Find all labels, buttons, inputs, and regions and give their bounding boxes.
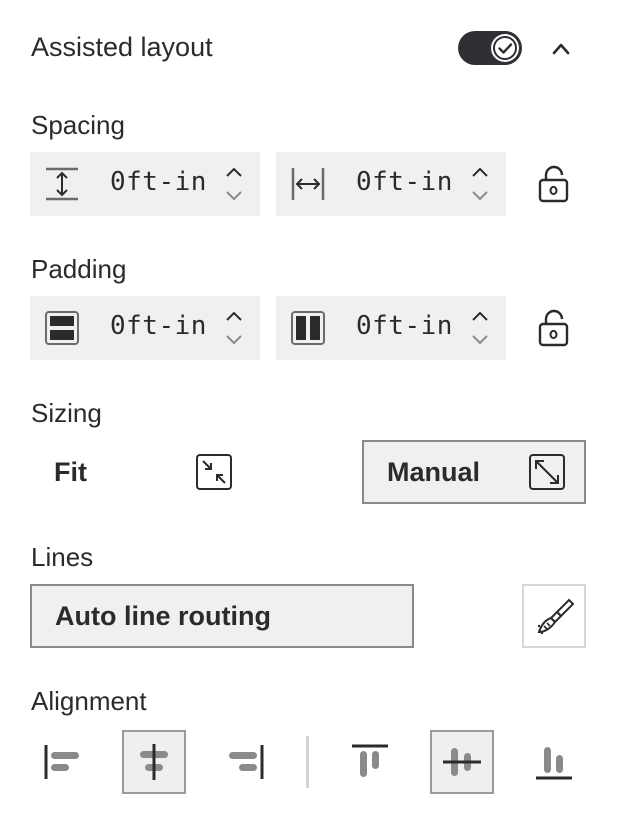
align-center-icon <box>140 744 168 780</box>
assisted-layout-toggle[interactable] <box>458 31 522 65</box>
padding-unlock-icon[interactable] <box>537 308 571 348</box>
padding-horizontal-stepper-icon[interactable] <box>469 309 491 347</box>
spacing-horizontal-field[interactable]: 0ft-in <box>276 152 506 216</box>
auto-line-routing-label: Auto line routing <box>55 601 271 631</box>
paintbrush-icon <box>537 598 575 635</box>
align-bottom-button[interactable] <box>522 730 586 794</box>
manual-label: Manual <box>387 457 481 487</box>
horizontal-padding-icon <box>291 311 325 345</box>
spacing-unlock-icon[interactable] <box>537 164 571 204</box>
padding-horizontal-field[interactable]: 0ft-in <box>276 296 506 360</box>
padding-vertical-stepper-icon[interactable] <box>223 309 245 347</box>
spacing-vertical-field[interactable]: 0ft-in <box>30 152 260 216</box>
fit-label: Fit <box>54 457 87 487</box>
alignment-divider <box>306 736 309 788</box>
padding-vertical-field[interactable]: 0ft-in <box>30 296 260 360</box>
vertical-padding-icon <box>45 311 79 345</box>
align-top-button[interactable] <box>338 730 402 794</box>
spacing-horizontal-stepper-icon[interactable] <box>469 165 491 203</box>
horizontal-spacing-icon <box>291 168 325 200</box>
padding-vertical-value: 0ft-in <box>110 311 207 341</box>
align-middle-button[interactable] <box>430 730 494 794</box>
auto-line-routing-button[interactable]: Auto line routing <box>30 584 414 648</box>
line-style-brush-button[interactable] <box>522 584 586 648</box>
collapse-chevron-up-icon[interactable] <box>546 34 576 62</box>
panel-title: Assisted layout <box>31 32 213 62</box>
alignment-label: Alignment <box>31 686 147 716</box>
align-center-button[interactable] <box>122 730 186 794</box>
padding-label: Padding <box>31 254 127 284</box>
spacing-vertical-value: 0ft-in <box>110 167 207 197</box>
align-left-icon <box>44 745 79 779</box>
align-bottom-icon <box>536 747 572 780</box>
spacing-label: Spacing <box>31 110 125 140</box>
align-top-icon <box>352 744 388 777</box>
sizing-fit-button[interactable]: Fit <box>30 440 250 504</box>
spacing-vertical-stepper-icon[interactable] <box>223 165 245 203</box>
resize-manual-icon <box>529 454 565 490</box>
align-left-button[interactable] <box>30 730 94 794</box>
vertical-spacing-icon <box>46 167 78 201</box>
shrink-to-fit-icon <box>196 454 232 490</box>
spacing-horizontal-value: 0ft-in <box>356 167 453 197</box>
sizing-label: Sizing <box>31 398 102 428</box>
lines-label: Lines <box>31 542 94 572</box>
align-middle-icon <box>443 748 481 776</box>
padding-horizontal-value: 0ft-in <box>356 311 453 341</box>
sizing-manual-button[interactable]: Manual <box>362 440 586 504</box>
align-right-button[interactable] <box>214 730 278 794</box>
align-right-icon <box>229 745 264 779</box>
